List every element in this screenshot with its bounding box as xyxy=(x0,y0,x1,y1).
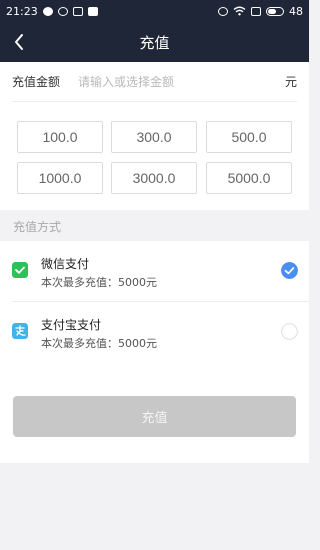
amount-option-500[interactable]: 500.0 xyxy=(206,121,292,153)
amount-row: 充值金额 元 xyxy=(12,62,297,102)
amount-label: 充值金额 xyxy=(12,75,61,89)
amount-option-3000[interactable]: 3000.0 xyxy=(111,162,197,194)
status-time: 21:23 xyxy=(6,4,38,18)
amount-unit: 元 xyxy=(284,75,297,89)
amount-input[interactable] xyxy=(78,74,285,89)
send-notification-icon xyxy=(87,6,98,16)
payment-method-alipay[interactable]: 支付宝支付 本次最多充值：5000元 xyxy=(0,302,309,362)
amount-option-5000[interactable]: 5000.0 xyxy=(206,162,292,194)
chat-notification-icon xyxy=(42,6,53,16)
amount-option-1000[interactable]: 1000.0 xyxy=(17,162,103,194)
nfc-icon xyxy=(218,6,228,16)
battery-level: 48 xyxy=(289,4,303,18)
battery-icon xyxy=(266,6,284,16)
recharge-button[interactable]: 充值 xyxy=(13,396,296,437)
q-notification-icon xyxy=(57,6,68,16)
payment-section-title: 充值方式 xyxy=(13,220,62,234)
wifi-icon xyxy=(233,6,246,16)
image-notification-icon xyxy=(72,6,83,16)
navigation-bar: 充值 xyxy=(0,22,309,62)
amount-option-300[interactable]: 300.0 xyxy=(111,121,197,153)
payment-method-wechat[interactable]: 微信支付 本次最多充值：5000元 xyxy=(0,241,309,302)
amount-card: 充值金额 元 100.0 300.0 500.0 1000.0 3000.0 5… xyxy=(0,62,309,210)
payment-method-limit: 本次最多充值：5000元 xyxy=(41,337,157,350)
payment-method-limit: 本次最多充值：5000元 xyxy=(41,276,157,289)
page-title: 充值 xyxy=(139,34,170,52)
payment-method-name: 微信支付 xyxy=(41,257,90,271)
screen-icon xyxy=(251,6,261,16)
amount-option-100[interactable]: 100.0 xyxy=(17,121,103,153)
wechat-pay-icon xyxy=(12,262,28,278)
payment-method-name: 支付宝支付 xyxy=(41,318,102,332)
alipay-icon xyxy=(12,323,28,339)
status-bar: 21:23 48 xyxy=(0,0,309,22)
unselected-radio-icon[interactable] xyxy=(281,323,298,340)
selected-check-icon[interactable] xyxy=(281,262,298,279)
